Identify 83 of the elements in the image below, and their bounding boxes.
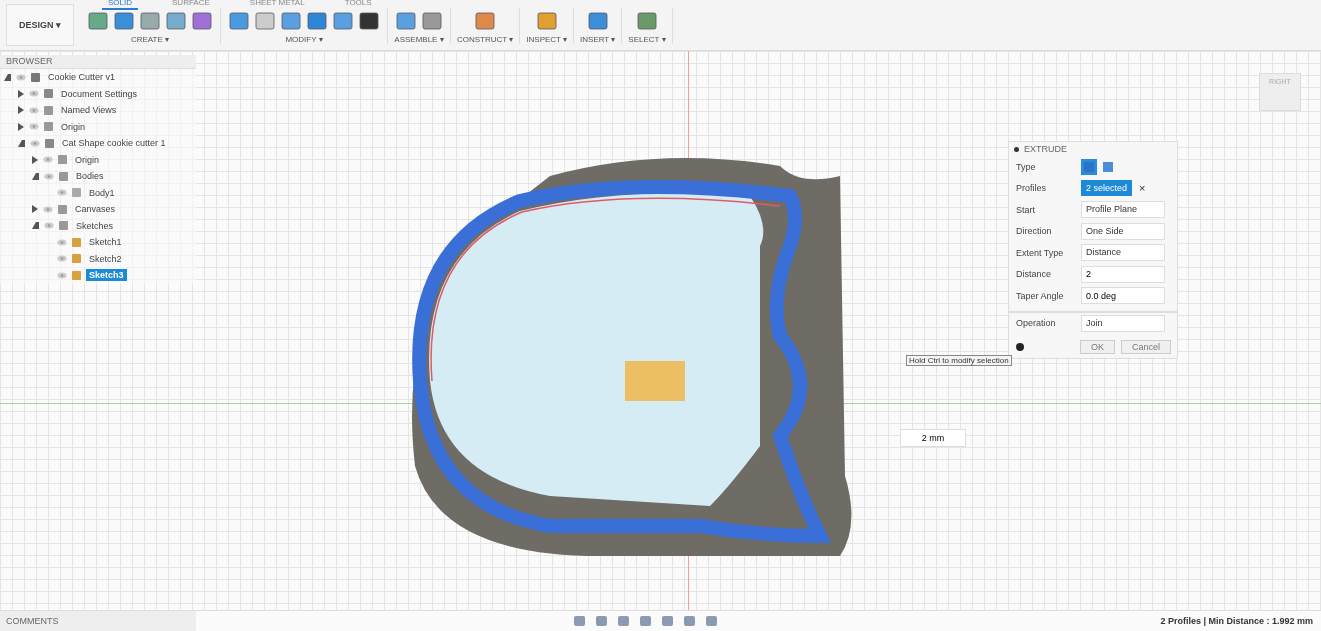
field-label: Operation [1016, 318, 1057, 329]
tree-item[interactable]: Named Views [58, 104, 120, 117]
node-icon [44, 89, 53, 99]
tree-item[interactable]: Sketch2 [86, 252, 125, 265]
tree-item[interactable]: Body1 [86, 186, 118, 199]
group-menu[interactable]: CONSTRUCT ▾ [457, 34, 514, 44]
status-text: 2 Profiles | Min Distance : 1.992 mm [1160, 616, 1314, 626]
expand-arrow-icon[interactable] [32, 155, 38, 164]
node-icon [59, 221, 68, 231]
dropdown[interactable]: Profile Plane [1081, 201, 1165, 219]
node-icon [58, 204, 67, 214]
dialog-button[interactable]: OK [1079, 340, 1115, 354]
info-icon[interactable] [1016, 343, 1024, 351]
eye-icon[interactable] [16, 73, 26, 81]
eye-icon[interactable] [29, 123, 39, 131]
field-label: Profiles [1016, 183, 1047, 194]
tree-item[interactable]: Sketch1 [86, 236, 125, 249]
eye-icon[interactable] [57, 255, 67, 263]
eye-icon[interactable] [57, 238, 67, 246]
expand-arrow-icon[interactable] [18, 122, 24, 131]
tree-item[interactable]: Document Settings [58, 87, 141, 100]
workspace-menu[interactable]: DESIGN ▾ [6, 4, 74, 46]
field-label: Distance [1016, 269, 1052, 280]
tree-item[interactable]: Canvases [72, 203, 119, 216]
group-menu[interactable]: CREATE ▾ [130, 34, 170, 44]
field-label: Extent Type [1016, 247, 1065, 258]
dialog-title: EXTRUDE [1024, 144, 1067, 154]
node-icon [58, 155, 67, 165]
workspace-tab[interactable]: SOLID [102, 0, 138, 10]
solid-type-icon[interactable] [1081, 158, 1097, 175]
node-icon [44, 105, 53, 115]
dialog-button[interactable]: Cancel [1121, 340, 1171, 354]
dropdown[interactable]: Join [1081, 314, 1165, 332]
group-menu[interactable]: ASSEMBLE ▾ [394, 34, 444, 44]
input-field[interactable]: 2 [1081, 265, 1165, 283]
eye-icon[interactable] [30, 139, 40, 147]
tooltip: Hold Ctrl to modify selection [906, 355, 1012, 366]
group-menu[interactable]: SELECT ▾ [628, 34, 666, 44]
workspace-tab[interactable]: TOOLS [338, 0, 378, 10]
eye-icon[interactable] [29, 90, 39, 98]
node-icon [72, 237, 81, 247]
node-icon [72, 254, 81, 264]
node-icon [72, 270, 81, 280]
eye-icon[interactable] [29, 106, 39, 114]
eye-icon[interactable] [57, 189, 67, 197]
node-icon [59, 171, 68, 181]
field-label: Start [1016, 204, 1036, 215]
dimension-field[interactable]: 2 mm [900, 429, 966, 447]
input-field[interactable]: 0.0 deg [1081, 287, 1165, 305]
panel-title: COMMENTS [6, 616, 59, 626]
field-label: Type [1016, 161, 1037, 172]
group-menu[interactable]: INSERT ▾ [580, 34, 616, 44]
eye-icon[interactable] [44, 222, 54, 230]
tree-item[interactable]: Bodies [73, 170, 107, 183]
tree-item[interactable]: Origin [58, 120, 88, 133]
tree-item[interactable]: Sketch3 [86, 269, 127, 282]
expand-arrow-icon[interactable] [32, 205, 38, 214]
eye-icon[interactable] [57, 271, 67, 279]
eye-icon[interactable] [43, 205, 53, 213]
node-icon [31, 72, 40, 82]
node-icon [44, 122, 53, 132]
field-label: Direction [1016, 226, 1053, 237]
tree-item[interactable]: Cookie Cutter v1 [45, 71, 119, 84]
selection-button[interactable]: 2 selected [1081, 180, 1133, 197]
dropdown[interactable]: One Side [1081, 222, 1165, 240]
field-label: Taper Angle [1016, 290, 1065, 301]
clear-button[interactable]: × [1135, 182, 1146, 195]
eye-icon[interactable] [43, 156, 53, 164]
panel-title: BROWSER [6, 56, 53, 66]
node-icon [45, 138, 54, 148]
expand-arrow-icon[interactable] [18, 106, 24, 115]
workspace-tab[interactable]: SHEET METAL [243, 0, 311, 10]
eye-icon[interactable] [44, 172, 54, 180]
tree-item[interactable]: Origin [72, 153, 102, 166]
comments-panel[interactable]: COMMENTS [0, 611, 196, 631]
tree-item[interactable]: Cat Shape cookie cutter 1 [59, 137, 169, 150]
group-menu[interactable]: MODIFY ▾ [285, 34, 323, 44]
grid-canvas[interactable] [0, 51, 1321, 610]
node-icon [72, 188, 81, 198]
expand-arrow-icon[interactable] [18, 89, 24, 98]
tree-item[interactable]: Sketches [73, 219, 117, 232]
dropdown[interactable]: Distance [1081, 244, 1165, 262]
group-menu[interactable]: INSPECT ▾ [526, 34, 568, 44]
